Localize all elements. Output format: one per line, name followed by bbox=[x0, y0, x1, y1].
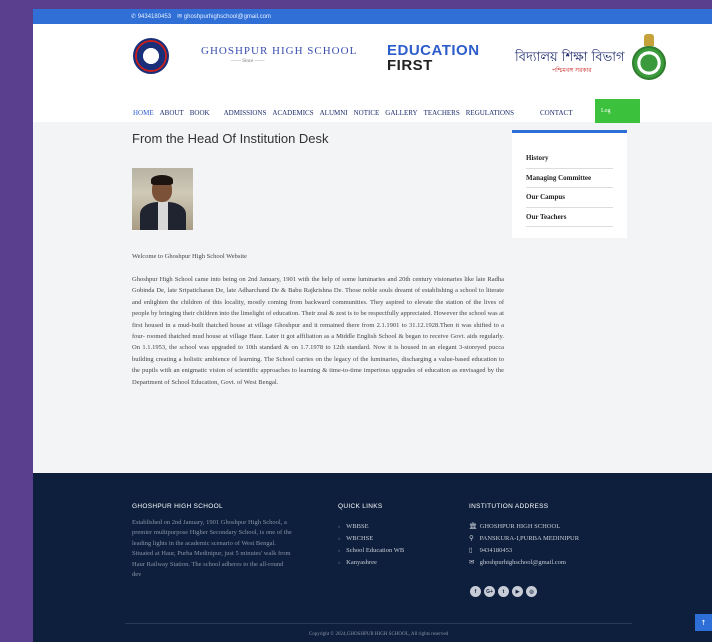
nav-regulations[interactable]: REGULATIONS bbox=[466, 109, 514, 117]
welcome-text: Welcome to Ghoshpur High School Website bbox=[132, 253, 247, 260]
site-footer: GHOSHPUR HIGH SCHOOL Established on 2nd … bbox=[33, 473, 712, 642]
sidebar-item-our-teachers[interactable]: Our Teachers bbox=[526, 208, 613, 227]
youtube-icon[interactable]: ▶ bbox=[512, 586, 523, 597]
nav-academics[interactable]: ACADEMICS bbox=[272, 109, 313, 117]
nav-notice[interactable]: NOTICE bbox=[354, 109, 380, 117]
education-first-line2: FIRST bbox=[387, 57, 433, 74]
link-wbchse[interactable]: WBCHSE bbox=[338, 533, 404, 545]
address-school: 🏛 GHOSHPUR HIGH SCHOOL bbox=[469, 521, 579, 533]
login-button[interactable]: Log bbox=[595, 99, 640, 123]
phone-icon: ▯ bbox=[469, 547, 473, 554]
nav-gallery[interactable]: GALLERY bbox=[385, 109, 417, 117]
photo-shirt bbox=[158, 202, 168, 230]
address-location-text: PANSKURA-I,PURBA MEDINIPUR bbox=[479, 535, 580, 542]
govt-emblem-icon bbox=[630, 34, 668, 80]
sidebar-item-history[interactable]: History bbox=[526, 149, 613, 169]
photo-hair bbox=[151, 175, 173, 185]
sidebar-menu: History Managing Committee Our Campus Ou… bbox=[512, 130, 627, 238]
dept-subtitle: পশ্চিমবঙ্গ সরকার bbox=[552, 67, 592, 74]
address-location: ⚲ PANSKURA-I,PURBA MEDINIPUR bbox=[469, 533, 579, 545]
head-photo bbox=[132, 168, 193, 230]
building-icon: 🏛 bbox=[469, 523, 478, 530]
google-plus-icon[interactable]: G+ bbox=[484, 586, 495, 597]
site-header: GHOSHPUR HIGH SCHOOL —— Since —— EDUCATI… bbox=[33, 24, 712, 123]
emblem-ring bbox=[632, 46, 666, 80]
link-school-education-wb[interactable]: School Education WB bbox=[338, 545, 404, 557]
address-email-text[interactable]: ghoshpurhighschool@gmail.com bbox=[480, 559, 566, 566]
nav-admissions[interactable]: ADMISSIONS bbox=[224, 109, 267, 117]
instagram-icon[interactable]: ◎ bbox=[526, 586, 537, 597]
footer-divider bbox=[125, 623, 632, 624]
address-school-text: GHOSHPUR HIGH SCHOOL bbox=[479, 523, 561, 530]
address-email: ✉ ghoshpurhighschool@gmail.com bbox=[469, 557, 579, 569]
footer-address: 🏛 GHOSHPUR HIGH SCHOOL ⚲ PANSKURA-I,PURB… bbox=[469, 521, 579, 569]
school-logo-icon[interactable] bbox=[133, 38, 169, 74]
sidebar-item-our-campus[interactable]: Our Campus bbox=[526, 188, 613, 208]
sidebar-item-managing-committee[interactable]: Managing Committee bbox=[526, 169, 613, 188]
footer-links-title: QUICK LINKS bbox=[338, 503, 383, 510]
top-contact-bar: ✆ 9434180453 ✉ ghoshpurhighschool@gmail.… bbox=[33, 9, 712, 24]
since-label: —— Since —— bbox=[231, 59, 265, 64]
page-frame: ✆ 9434180453 ✉ ghoshpurhighschool@gmail.… bbox=[33, 9, 712, 642]
footer-about-title: GHOSHPUR HIGH SCHOOL bbox=[132, 503, 223, 510]
footer-about-text: Established on 2nd January, 1901 Ghoshpu… bbox=[132, 519, 292, 579]
nav-alumni[interactable]: ALUMNI bbox=[320, 109, 348, 117]
link-kanyashree[interactable]: Kanyashree bbox=[338, 557, 404, 569]
footer-quick-links: WBBSE WBCHSE School Education WB Kanyash… bbox=[338, 521, 404, 569]
nav-contact[interactable]: CONTACT bbox=[540, 109, 573, 117]
top-phone[interactable]: ✆ 9434180453 bbox=[131, 13, 171, 20]
footer-address-title: INSTITUTION ADDRESS bbox=[469, 503, 549, 510]
location-icon: ⚲ bbox=[469, 535, 474, 542]
address-phone: ▯ 9434180453 bbox=[469, 545, 579, 557]
mail-icon: ✉ bbox=[469, 559, 475, 566]
nav-book[interactable]: BOOK bbox=[190, 109, 210, 117]
emblem-crest bbox=[644, 34, 654, 46]
copyright-text: Copyright © 2024,GHOSHPUR HIGH SCHOOL, A… bbox=[308, 632, 449, 637]
page-title: From the Head Of Institution Desk bbox=[132, 131, 329, 146]
nav-about[interactable]: ABOUT bbox=[160, 109, 184, 117]
address-phone-text[interactable]: 9434180453 bbox=[480, 547, 513, 554]
history-paragraph: Ghoshpur High School came into being on … bbox=[132, 276, 504, 386]
social-links: f G+ t ▶ ◎ bbox=[470, 586, 537, 597]
scroll-to-top-button[interactable]: ↑ bbox=[695, 614, 712, 631]
main-nav: HOME ABOUT BOOK ADMISSIONS ACADEMICS ALU… bbox=[133, 103, 578, 123]
nav-teachers[interactable]: TEACHERS bbox=[424, 109, 460, 117]
link-wbbse[interactable]: WBBSE bbox=[338, 521, 404, 533]
top-email[interactable]: ✉ ghoshpurhighschool@gmail.com bbox=[177, 13, 271, 20]
twitter-icon[interactable]: t bbox=[498, 586, 509, 597]
school-name[interactable]: GHOSHPUR HIGH SCHOOL bbox=[201, 45, 357, 57]
nav-home[interactable]: HOME bbox=[133, 109, 154, 117]
facebook-icon[interactable]: f bbox=[470, 586, 481, 597]
